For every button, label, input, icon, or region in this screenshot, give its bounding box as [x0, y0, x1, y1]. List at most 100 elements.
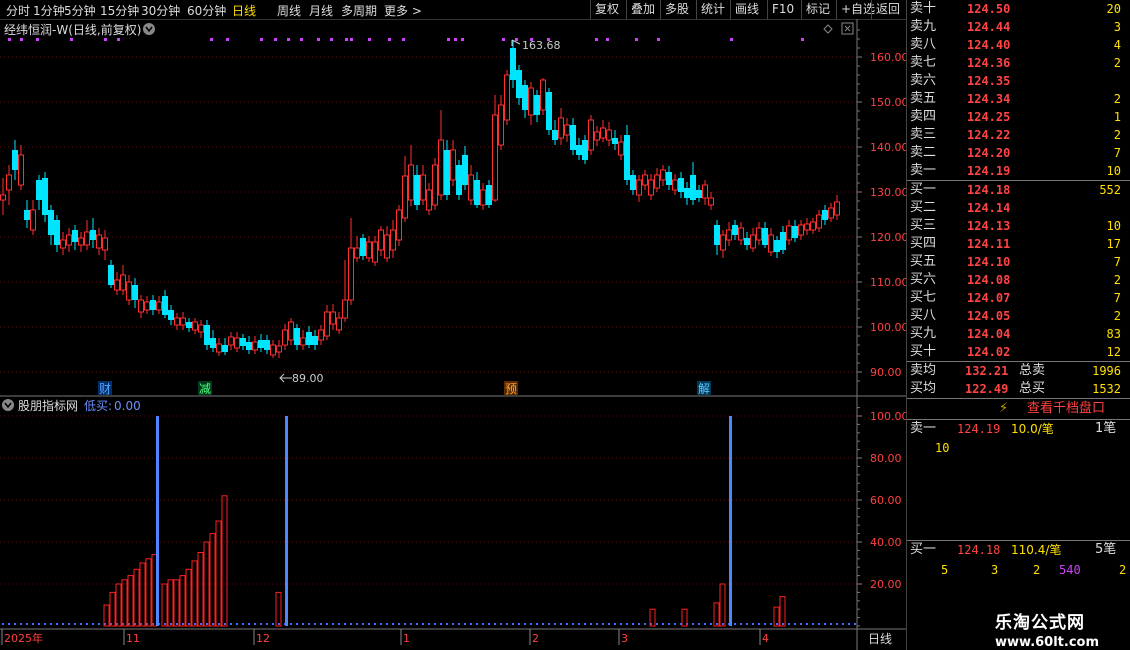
candlestick [324, 305, 330, 340]
peak-price-label: 163.68 [522, 39, 561, 52]
quote-label: 卖二 [910, 145, 937, 160]
event-marker[interactable]: 财 [98, 381, 112, 396]
view-depth-button[interactable]: ⚡ 查看千档盘口 [907, 399, 1130, 419]
quote-label: 买七 [910, 290, 937, 305]
event-marker[interactable]: 预 [504, 381, 518, 396]
ask-row[interactable]: 卖一 124.19 10 [907, 162, 1130, 180]
collapse-icon[interactable] [2, 399, 14, 411]
level1-row[interactable]: 买一 124.18 110.4/笔 5笔 [907, 541, 1130, 559]
toolbar-button-2[interactable]: 多股 [660, 0, 693, 19]
period-0[interactable]: 分时 [6, 2, 30, 19]
quote-price: 124.04 [967, 327, 1011, 341]
bid-row[interactable]: 买八 124.05 2 [907, 307, 1130, 325]
indicator-bar [115, 583, 122, 627]
level1-row[interactable]: 卖一 124.19 10.0/笔 1笔 [907, 420, 1130, 438]
candlestick [150, 295, 156, 315]
bid-row[interactable]: 买一 124.18 552 [907, 181, 1130, 199]
candlestick [678, 172, 684, 198]
period-1[interactable]: 1分钟 [33, 2, 65, 19]
bid-row[interactable]: 买四 124.11 17 [907, 235, 1130, 253]
toolbar-button-8[interactable]: 返回 [871, 0, 904, 19]
toolbar-button-1[interactable]: 叠加 [626, 0, 659, 19]
period-10[interactable]: 更多 > [384, 2, 422, 19]
ask-row[interactable]: 卖九 124.44 3 [907, 18, 1130, 36]
ask-row[interactable]: 卖二 124.20 7 [907, 144, 1130, 162]
collapse-icon[interactable] [143, 23, 155, 35]
period-8[interactable]: 月线 [309, 2, 333, 19]
candlestick [216, 338, 222, 356]
ask-row[interactable]: 卖三 124.22 2 [907, 126, 1130, 144]
period-6[interactable]: 日线 [232, 2, 256, 19]
price-axis-label: 120.00 [870, 231, 906, 244]
period-5[interactable]: 60分钟 [187, 2, 226, 19]
candlestick [234, 332, 240, 352]
price-axis-label: 90.00 [870, 366, 902, 379]
indicator-bar [185, 568, 192, 627]
candlestick [816, 210, 822, 232]
candlestick [762, 222, 768, 248]
candlestick [384, 226, 390, 262]
order-queue: 5 3 2 540 2 [907, 561, 1130, 579]
quote-price: 124.14 [967, 201, 1011, 215]
indicator-bar [103, 604, 110, 627]
view-depth-label: 查看千档盘口 [1027, 401, 1106, 416]
close-icon[interactable] [841, 22, 854, 35]
quote-volume: 10 [1106, 219, 1121, 233]
ask-row[interactable]: 卖十 124.50 20 [907, 0, 1130, 18]
bid-row[interactable]: 买六 124.08 2 [907, 271, 1130, 289]
bid-row[interactable]: 买九 124.04 83 [907, 325, 1130, 343]
ask-row[interactable]: 卖七 124.36 2 [907, 54, 1130, 72]
candlestick [588, 115, 594, 155]
quote-volume: 2 [1113, 56, 1121, 70]
bid-row[interactable]: 买二 124.14 [907, 199, 1130, 217]
period-7[interactable]: 周线 [277, 2, 301, 19]
candlestick [318, 325, 324, 345]
candlestick [630, 170, 636, 195]
ask-row[interactable]: 卖六 124.35 [907, 72, 1130, 90]
candlestick [474, 172, 480, 208]
event-marker-label: 解 [698, 382, 710, 396]
indicator-axis-label: 100.00 [870, 410, 906, 423]
bid-row[interactable]: 买七 124.07 7 [907, 289, 1130, 307]
quote-volume: 83 [1106, 327, 1121, 341]
quote-volume: 2 [1113, 128, 1121, 142]
period-2[interactable]: 5分钟 [64, 2, 96, 19]
candlestick [330, 304, 336, 330]
candlestick [756, 222, 762, 245]
candlestick [192, 318, 198, 334]
event-marker[interactable]: 解 [697, 381, 711, 396]
ask-row[interactable]: 卖八 124.40 4 [907, 36, 1130, 54]
settings-icon[interactable] [823, 24, 833, 34]
indicator-axis-label: 60.00 [870, 494, 902, 507]
date-axis-label: 12 [256, 632, 270, 645]
indicator-label: 低买: [84, 399, 112, 413]
indicator-bar [713, 602, 720, 627]
candlestick [306, 326, 312, 348]
toolbar-button-6[interactable]: 标记 [801, 0, 834, 19]
date-axis-label: 3 [621, 632, 628, 645]
ask-row[interactable]: 卖五 124.34 2 [907, 90, 1130, 108]
ask-row[interactable]: 卖四 124.25 1 [907, 108, 1130, 126]
indicator-bar [719, 583, 726, 627]
toolbar-button-4[interactable]: 画线 [730, 0, 763, 19]
period-label: 日线 [868, 632, 892, 646]
bid-row[interactable]: 买十 124.02 12 [907, 343, 1130, 361]
toolbar-button-0[interactable]: 复权 [590, 0, 623, 19]
quote-label: 卖五 [910, 91, 937, 106]
toolbar-button-5[interactable]: F10 [767, 0, 798, 19]
quote-volume: 17 [1106, 237, 1121, 251]
toolbar-button-3[interactable]: 统计 [696, 0, 729, 19]
period-3[interactable]: 15分钟 [100, 2, 139, 19]
period-9[interactable]: 多周期 [341, 2, 377, 19]
bid-row[interactable]: 买五 124.10 7 [907, 253, 1130, 271]
candlestick [390, 220, 396, 258]
indicator-bar [275, 591, 282, 627]
candlestick [540, 78, 546, 115]
candlestick [492, 95, 498, 202]
candlestick [54, 215, 60, 252]
quote-volume: 4 [1113, 38, 1121, 52]
period-4[interactable]: 30分钟 [141, 2, 180, 19]
event-marker[interactable]: 减 [198, 381, 212, 396]
bid-row[interactable]: 买三 124.13 10 [907, 217, 1130, 235]
order-book-panel: 卖十 124.50 20 卖九 124.44 3 卖八 124.40 4 卖七 124.36 2 卖六 1… [906, 0, 1130, 650]
